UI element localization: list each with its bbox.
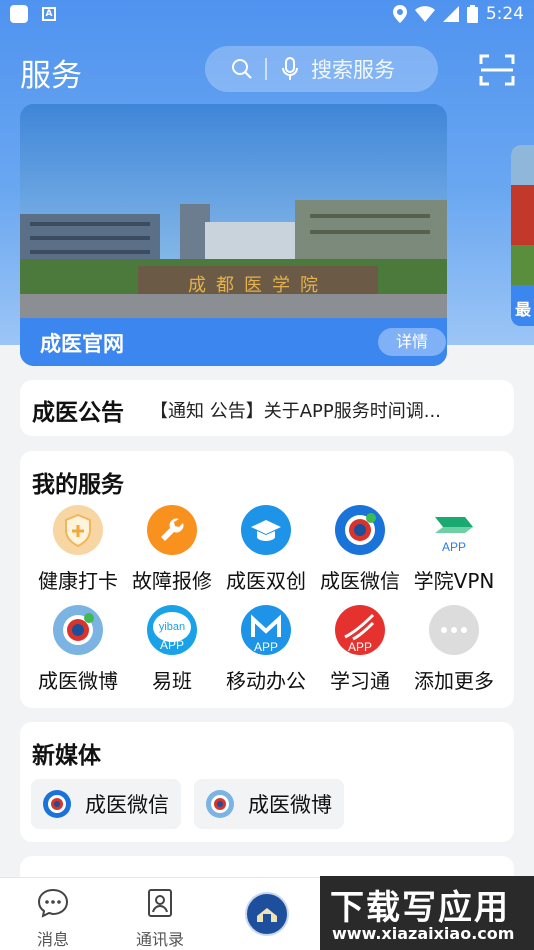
service-label: 学习通 (330, 669, 390, 693)
next-slide-image: 最 (511, 145, 534, 326)
mobile-office-app-icon: APP (241, 605, 291, 655)
media-chip-label: 成医微信 (85, 793, 169, 817)
notification-a-icon: A (42, 7, 56, 21)
svg-text:APP: APP (254, 640, 278, 654)
microphone-icon[interactable] (281, 57, 299, 81)
college-logo-icon (250, 897, 284, 931)
notice-text[interactable]: 【通知 公告】关于APP服务时间调... (150, 397, 500, 423)
watermark-title: 下载写应用 (330, 888, 510, 928)
service-yiban[interactable]: yiban APP 易班 (122, 605, 222, 694)
next-slide-title: 最 (515, 300, 532, 319)
service-weibo[interactable]: 成医微博 (28, 605, 128, 694)
my-services-title: 我的服务 (32, 472, 124, 498)
new-media-title: 新媒体 (32, 743, 101, 769)
status-bar: A 5:24 (0, 0, 534, 28)
service-innovation[interactable]: 成医双创 (216, 505, 316, 594)
banner-title: 成医官网 (40, 332, 124, 356)
service-label: 故障报修 (132, 569, 212, 593)
service-label: 成医双创 (226, 569, 306, 593)
health-shield-icon (53, 505, 103, 555)
more-dots-icon (429, 605, 479, 655)
banner-next-slide[interactable]: 最 (511, 145, 534, 326)
wrench-icon (147, 505, 197, 555)
graduation-cap-icon (241, 505, 291, 555)
scan-icon[interactable] (479, 54, 515, 86)
svg-text:APP: APP (442, 540, 466, 554)
service-label: 成医微博 (38, 669, 118, 693)
college-emblem-icon (53, 605, 103, 655)
chat-bubble-icon (37, 888, 69, 918)
media-chip-label: 成医微博 (248, 793, 332, 817)
signal-icon (442, 6, 459, 22)
svg-text:APP: APP (160, 638, 184, 652)
service-label: 易班 (152, 669, 192, 693)
campus-gate-image: 成都医学院 (20, 104, 447, 318)
notice-card[interactable]: 成医公告 【通知 公告】关于APP服务时间调... (20, 380, 514, 436)
battery-icon (466, 5, 478, 23)
service-vpn[interactable]: APP 学院VPN (404, 505, 504, 594)
notice-title: 成医公告 (32, 400, 124, 426)
search-bar[interactable]: 搜索服务 (205, 46, 438, 92)
service-health-checkin[interactable]: 健康打卡 (28, 505, 128, 594)
service-label: 成医微信 (320, 569, 400, 593)
yiban-app-icon: yiban APP (147, 605, 197, 655)
my-services-card: 我的服务 健康打卡 故障报修 成医双创 成医微信 APP 学院VPN 成医微博 … (20, 451, 514, 708)
college-emblem-icon (43, 790, 71, 818)
tab-label: 消息 (36, 930, 69, 949)
notification-app-icon (10, 5, 28, 23)
banner-detail-button[interactable]: 详情 (378, 328, 446, 356)
search-divider (265, 58, 267, 80)
service-xuexitong[interactable]: APP 学习通 (310, 605, 410, 694)
svg-text:yiban: yiban (159, 621, 185, 633)
service-label: 添加更多 (414, 669, 494, 693)
service-repair[interactable]: 故障报修 (122, 505, 222, 594)
college-emblem-icon (206, 790, 234, 818)
service-wechat[interactable]: 成医微信 (310, 505, 410, 594)
watermark-logo: 下载写应用 www.xiazaixiao.com (320, 876, 534, 950)
location-icon (392, 5, 407, 23)
page-title: 服务 (20, 58, 82, 94)
gate-sign-text: 成都医学院 (188, 275, 328, 296)
wifi-icon (414, 6, 435, 22)
service-add-more[interactable]: 添加更多 (404, 605, 504, 694)
status-time: 5:24 (485, 4, 524, 24)
watermark-url: www.xiazaixiao.com (332, 924, 515, 943)
vpn-app-icon: APP (429, 505, 479, 555)
banner-card[interactable]: 成都医学院 成医官网 详情 (20, 104, 447, 366)
service-mobile-office[interactable]: APP 移动办公 (216, 605, 316, 694)
search-placeholder: 搜索服务 (311, 58, 395, 82)
tab-label: 通讯录 (135, 930, 184, 949)
service-label: 学院VPN (413, 569, 495, 593)
search-icon (232, 59, 252, 79)
svg-text:APP: APP (348, 640, 372, 654)
xuexitong-app-icon: APP (335, 605, 385, 655)
tab-messages[interactable]: 消息 (13, 888, 93, 950)
college-emblem-icon (335, 505, 385, 555)
media-chip-weibo[interactable]: 成医微博 (194, 779, 344, 829)
service-label: 移动办公 (226, 669, 306, 693)
contacts-icon (148, 889, 172, 917)
tab-home-emblem[interactable] (245, 892, 289, 936)
service-label: 健康打卡 (38, 569, 118, 593)
media-chip-wechat[interactable]: 成医微信 (31, 779, 181, 829)
tab-contacts[interactable]: 通讯录 (120, 888, 200, 950)
new-media-card: 新媒体 成医微信 成医微博 (20, 722, 514, 842)
